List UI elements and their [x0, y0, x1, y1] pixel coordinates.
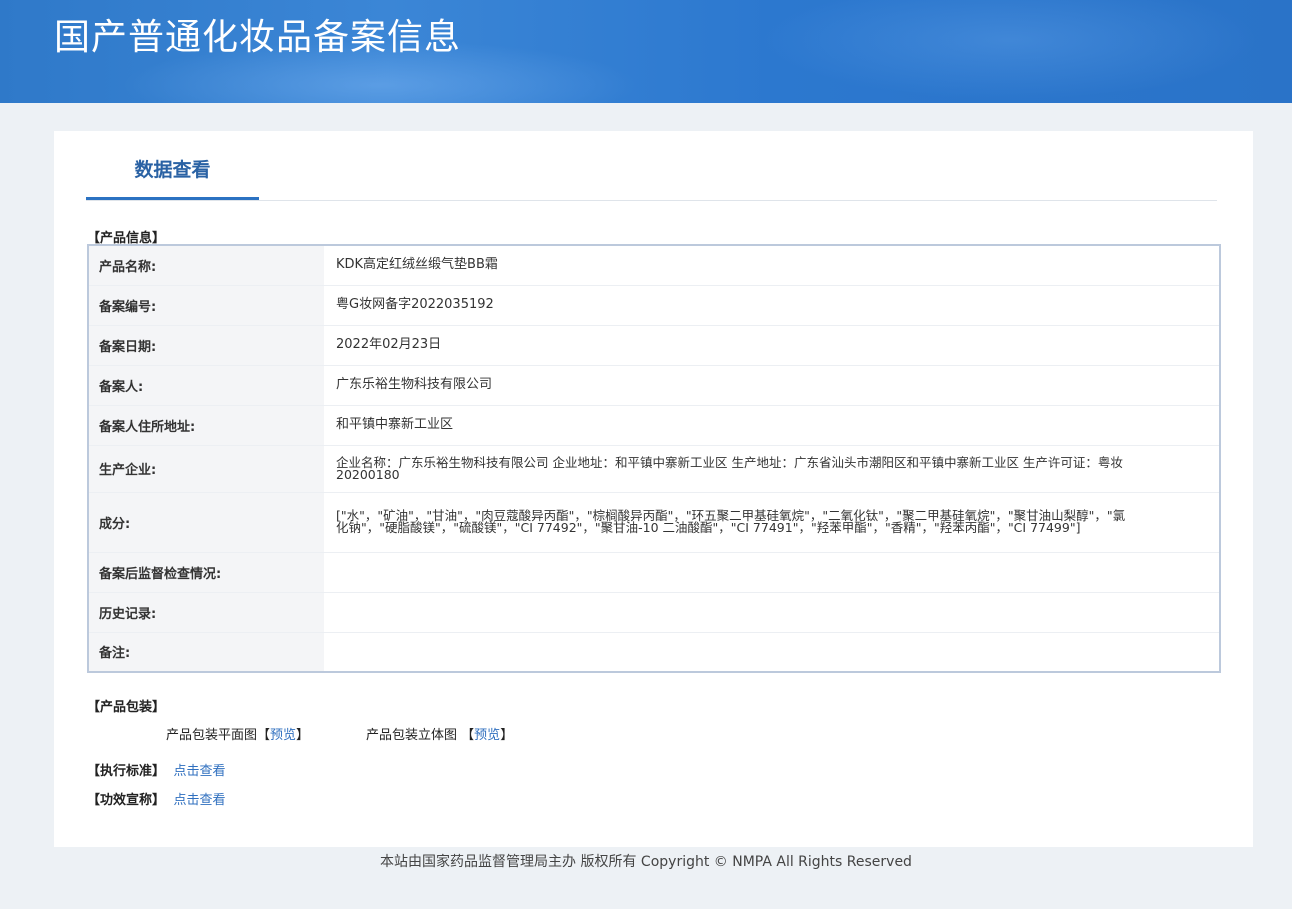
row-value: [324, 552, 1220, 593]
table-row: 产品名称: KDK高定红绒丝缎气垫BB霜: [88, 245, 1220, 286]
row-label: 生产企业:: [88, 445, 324, 493]
table-row: 生产企业: 企业名称：广东乐裕生物科技有限公司 企业地址：和平镇中寨新工业区 生…: [88, 445, 1220, 493]
efficacy-label: 【功效宣称】: [87, 793, 166, 808]
page-header: 国产普通化妆品备案信息: [0, 0, 1292, 103]
row-label: 历史记录:: [88, 592, 324, 633]
row-value: 和平镇中寨新工业区: [324, 405, 1220, 446]
product-info-table: 产品名称: KDK高定红绒丝缎气垫BB霜 备案编号: 粤G妆网备字2022035…: [87, 244, 1221, 673]
packaging-flat-label: 产品包装平面图: [166, 728, 258, 743]
solid-preview-link[interactable]: 预览: [474, 728, 500, 743]
packaging-solid-label: 产品包装立体图: [366, 728, 458, 743]
row-value: ["水"，"矿油"，"甘油"，"肉豆蔻酸异丙酯"，"棕榈酸异丙酯"，"环五聚二甲…: [336, 508, 1126, 535]
standard-section: 【执行标准】 点击查看: [87, 760, 226, 779]
tab-data-view[interactable]: 数据查看: [86, 131, 259, 200]
table-row: 备案日期: 2022年02月23日: [88, 325, 1220, 366]
efficacy-view-link[interactable]: 点击查看: [174, 793, 226, 808]
row-label: 备案后监督检查情况:: [88, 552, 324, 593]
standard-view-link[interactable]: 点击查看: [174, 764, 226, 779]
header-decoration: [760, 0, 1260, 100]
row-value: KDK高定红绒丝缎气垫BB霜: [324, 245, 1220, 286]
row-value: 粤G妆网备字2022035192: [324, 285, 1220, 326]
packaging-solid: 产品包装立体图 【预览】: [366, 724, 513, 743]
row-value-cell: 企业名称：广东乐裕生物科技有限公司 企业地址：和平镇中寨新工业区 生产地址：广东…: [324, 445, 1220, 493]
table-row: 备案人住所地址: 和平镇中寨新工业区: [88, 405, 1220, 446]
packaging-flat: 产品包装平面图【预览】: [166, 724, 309, 743]
row-label: 备案人住所地址:: [88, 405, 324, 446]
row-value-cell: ["水"，"矿油"，"甘油"，"肉豆蔻酸异丙酯"，"棕榈酸异丙酯"，"环五聚二甲…: [324, 492, 1220, 553]
row-value: [324, 592, 1220, 633]
content-card: 数据查看 【产品信息】 产品名称: KDK高定红绒丝缎气垫BB霜 备案编号: 粤…: [54, 131, 1253, 847]
table-row: 备案后监督检查情况:: [88, 552, 1220, 593]
bracket: 】: [296, 728, 310, 743]
row-label: 备案人:: [88, 365, 324, 406]
table-row: 备案编号: 粤G妆网备字2022035192: [88, 285, 1220, 326]
bracket: 【: [257, 728, 271, 743]
row-label: 备案日期:: [88, 325, 324, 366]
row-label: 备注:: [88, 632, 324, 673]
packaging-label: 【产品包装】: [87, 700, 166, 715]
row-value: 企业名称：广东乐裕生物科技有限公司 企业地址：和平镇中寨新工业区 生产地址：广东…: [336, 454, 1123, 482]
table-row: 成分: ["水"，"矿油"，"甘油"，"肉豆蔻酸异丙酯"，"棕榈酸异丙酯"，"环…: [88, 492, 1220, 553]
table-row: 备案人: 广东乐裕生物科技有限公司: [88, 365, 1220, 406]
table-row: 历史记录:: [88, 592, 1220, 633]
row-label: 备案编号:: [88, 285, 324, 326]
efficacy-section: 【功效宣称】 点击查看: [87, 789, 226, 808]
page-title: 国产普通化妆品备案信息: [54, 17, 462, 58]
tab-bar: 数据查看: [86, 131, 1217, 201]
row-label: 成分:: [88, 492, 324, 553]
row-value: [324, 632, 1220, 673]
footer: 本站由国家药品监督管理局主办 版权所有 Copyright © NMPA All…: [380, 854, 912, 870]
table-row: 备注:: [88, 632, 1220, 673]
flat-preview-link[interactable]: 预览: [270, 728, 296, 743]
bracket: 【: [461, 728, 475, 743]
row-label: 产品名称:: [88, 245, 324, 286]
standard-label: 【执行标准】: [87, 764, 166, 779]
bracket: 】: [500, 728, 514, 743]
row-value: 2022年02月23日: [324, 325, 1220, 366]
row-value: 广东乐裕生物科技有限公司: [324, 365, 1220, 406]
